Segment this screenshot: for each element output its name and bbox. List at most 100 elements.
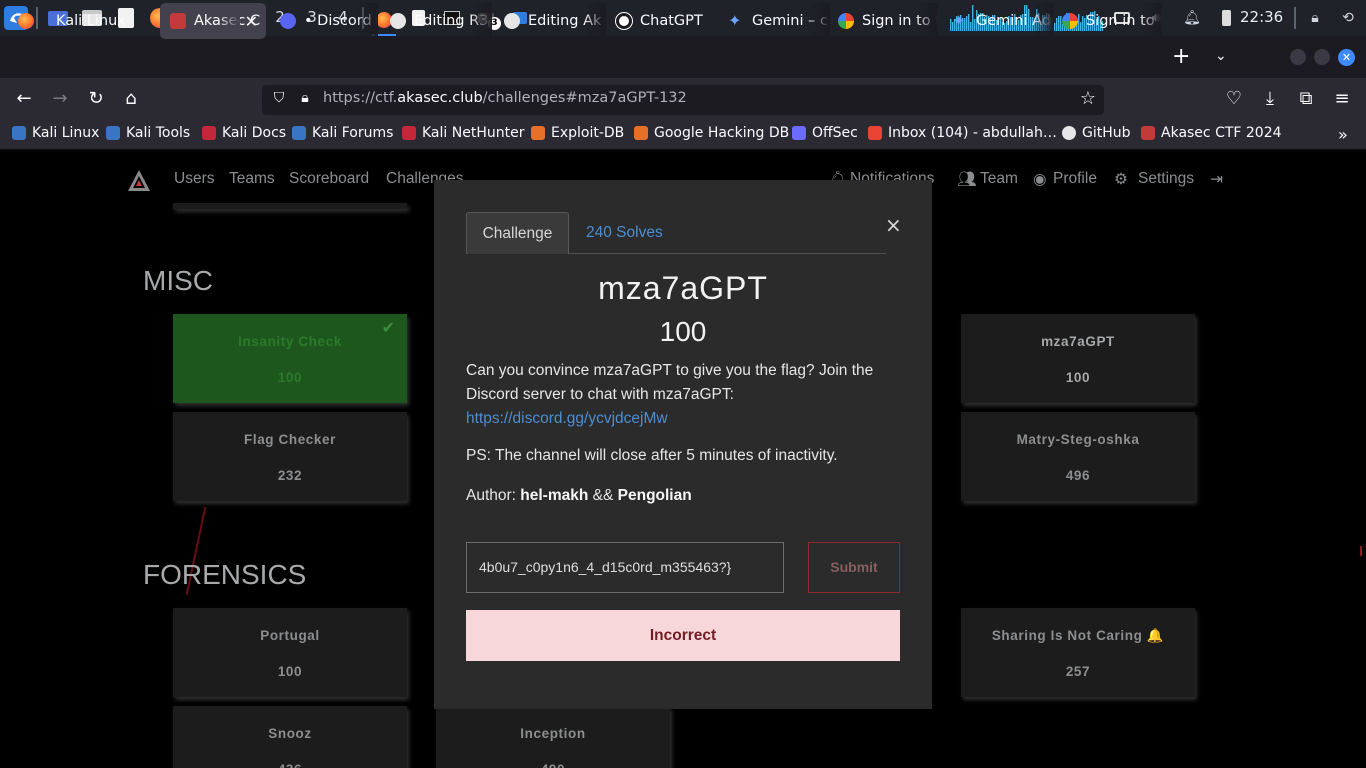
pocket-icon[interactable]: ♡ [1222, 88, 1246, 109]
logout-icon[interactable]: ⇥ [1210, 170, 1223, 189]
tab-sign-in-2[interactable]: Sign in to t [1052, 3, 1162, 39]
bookmark-offsec[interactable]: OffSec [792, 125, 858, 141]
tab-fade [1032, 3, 1054, 39]
tab-chatgpt[interactable]: ChatGPT [606, 3, 718, 39]
bookmark-akasec-ctf[interactable]: Akasec CTF 2024 [1141, 125, 1282, 141]
nav-scoreboard[interactable]: Scoreboard [289, 170, 369, 188]
bookmark-google-hacking-db[interactable]: Google Hacking DB [634, 125, 789, 141]
challenge-name: Snooz [268, 726, 312, 741]
challenge-name: Flag Checker [244, 432, 336, 447]
bookmarks-overflow-icon[interactable]: » [1338, 125, 1348, 144]
challenge-card[interactable]: Inception 490 [436, 706, 670, 768]
github-icon [504, 13, 520, 29]
challenge-card[interactable]: Sharing Is Not Caring 🔔 257 [961, 608, 1195, 697]
hamburger-menu-icon[interactable]: ≡ [1330, 88, 1354, 109]
tab-kali-linux[interactable]: Kali Linux [8, 3, 156, 39]
challenge-card-partial [173, 203, 407, 209]
challenge-name: Inception [520, 726, 586, 741]
browser-tab-bar [0, 36, 1366, 78]
flag-input[interactable]: 4b0u7_c0py1n6_4_d15c0rd_m355463?} [466, 542, 784, 593]
maximize-button[interactable] [1314, 49, 1330, 65]
challenge-card[interactable]: mza7aGPT 100 [961, 314, 1195, 403]
battery-icon[interactable] [1214, 6, 1238, 30]
bookmark-kali-forums[interactable]: Kali Forums [292, 125, 393, 141]
challenge-name: mza7aGPT [1041, 334, 1115, 349]
clock[interactable]: 22:36 [1240, 0, 1283, 36]
modal-close-icon[interactable]: × [885, 213, 902, 237]
tab-list-chevron-icon[interactable]: ⌄ [1215, 48, 1227, 64]
minimize-button[interactable] [1290, 49, 1306, 65]
challenge-card[interactable]: Flag Checker 232 [173, 412, 407, 501]
author-label: Author: [466, 487, 521, 504]
tab-gemini[interactable]: ✦ Gemini – c [718, 3, 830, 39]
bookmark-kali-linux[interactable]: Kali Linux [12, 125, 99, 141]
bookmark-label: Kali Linux [32, 125, 100, 141]
nav-users[interactable]: Users [174, 170, 214, 188]
challenge-description: Can you convince mza7aGPT to give you th… [466, 359, 886, 431]
nav-teams[interactable]: Teams [229, 170, 275, 188]
nav-profile[interactable]: Profile [1053, 170, 1097, 188]
author-name: Pengolian [617, 487, 692, 504]
bookmark-label: OffSec [812, 125, 858, 141]
new-tab-plus-icon[interactable]: + [1172, 44, 1190, 69]
challenge-name: Insanity Check [238, 334, 342, 349]
bookmark-kali-docs[interactable]: Kali Docs [202, 125, 286, 141]
github-icon [1062, 126, 1076, 140]
bookmark-exploit-db[interactable]: Exploit-DB [531, 125, 624, 141]
url-domain: akasec.club [397, 90, 483, 106]
tab-fade [584, 3, 606, 39]
nav-settings[interactable]: Settings [1138, 170, 1194, 188]
challenge-points: 257 [1065, 664, 1091, 679]
tab-sign-in-1[interactable]: Sign in to t [828, 3, 938, 39]
tab-solves[interactable]: 240 Solves [586, 224, 663, 242]
challenge-note: PS: The channel will close after 5 minut… [466, 447, 838, 464]
downloads-icon[interactable]: ⤓ [1258, 88, 1282, 109]
logout-icon[interactable]: ⟲ [1336, 6, 1360, 30]
tab-challenge[interactable]: Challenge [466, 212, 569, 254]
users-icon: 👥︎ [957, 171, 977, 188]
tab-close-icon[interactable]: ✕ [245, 12, 258, 31]
challenge-card[interactable]: Portugal 100 [173, 608, 407, 697]
bookmark-star-icon[interactable]: ☆ [1076, 88, 1100, 109]
tab-editing-ak[interactable]: Editing Ak [494, 3, 606, 39]
window-close-button[interactable]: ✕ [1338, 49, 1355, 66]
nav-team[interactable]: Team [980, 170, 1018, 188]
akasec-logo[interactable] [127, 169, 151, 193]
home-icon[interactable]: ⌂ [119, 88, 143, 109]
tab-discord[interactable]: • Discord | [270, 3, 378, 39]
back-arrow-icon[interactable]: ← [12, 88, 36, 109]
bookmark-label: Google Hacking DB [654, 125, 790, 141]
challenge-card[interactable]: Matry-Steg-oshka 496 [961, 412, 1195, 501]
reload-icon[interactable]: ↻ [84, 88, 108, 109]
tab-fade [916, 3, 938, 39]
screen: $_ ⌄ 1 2 3 4 3 🔊︎ 🔔︎ 22:36 🔒︎ ⟲ Kali Lin… [0, 0, 1366, 768]
challenge-name: Portugal [260, 628, 320, 643]
gemini-icon: ✦ [728, 11, 742, 30]
akasec-icon [170, 13, 186, 29]
url-text[interactable]: https://ctf.akasec.club/challenges#mza7a… [323, 90, 687, 106]
taskbar-separator [1294, 7, 1296, 29]
lock-icon[interactable]: 🔒︎ [293, 90, 317, 106]
submit-button[interactable]: Submit [808, 542, 900, 593]
chatgpt-icon [615, 12, 633, 30]
extensions-icon[interactable]: ⧉ [1294, 88, 1318, 109]
bookmark-inbox[interactable]: Inbox (104) - abdullah… [868, 125, 1057, 141]
bookmark-kali-nethunter[interactable]: Kali NetHunter [402, 125, 524, 141]
section-title-forensics: FORENSICS [143, 559, 307, 590]
tab-editing-r3[interactable]: Editing R3 [380, 3, 492, 39]
google-icon [1062, 13, 1078, 29]
challenge-points: 100 [277, 664, 303, 679]
bookmark-github[interactable]: GitHub [1062, 125, 1131, 141]
challenge-card[interactable]: Snooz 436 [173, 706, 407, 768]
tab-akasec-active[interactable]: Akasec C ✕ [160, 3, 266, 39]
shield-icon[interactable]: ⛉ [267, 90, 291, 106]
lock-icon[interactable]: 🔒︎ [1303, 6, 1327, 30]
bookmark-kali-tools[interactable]: Kali Tools [106, 125, 190, 141]
discord-link[interactable]: https://discord.gg/ycvjdcejMw [466, 410, 668, 427]
tab-gemini-ad[interactable]: ✦ Gemini Ad [942, 3, 1054, 39]
notifications-bell-icon[interactable]: 🔔︎ [1180, 6, 1204, 30]
challenge-card[interactable]: ✔ Insanity Check 100 [173, 314, 407, 403]
flag-input-value: 4b0u7_c0py1n6_4_d15c0rd_m355463?} [479, 559, 732, 575]
forward-arrow-icon[interactable]: → [48, 88, 72, 109]
kali-docs-icon [202, 126, 216, 140]
